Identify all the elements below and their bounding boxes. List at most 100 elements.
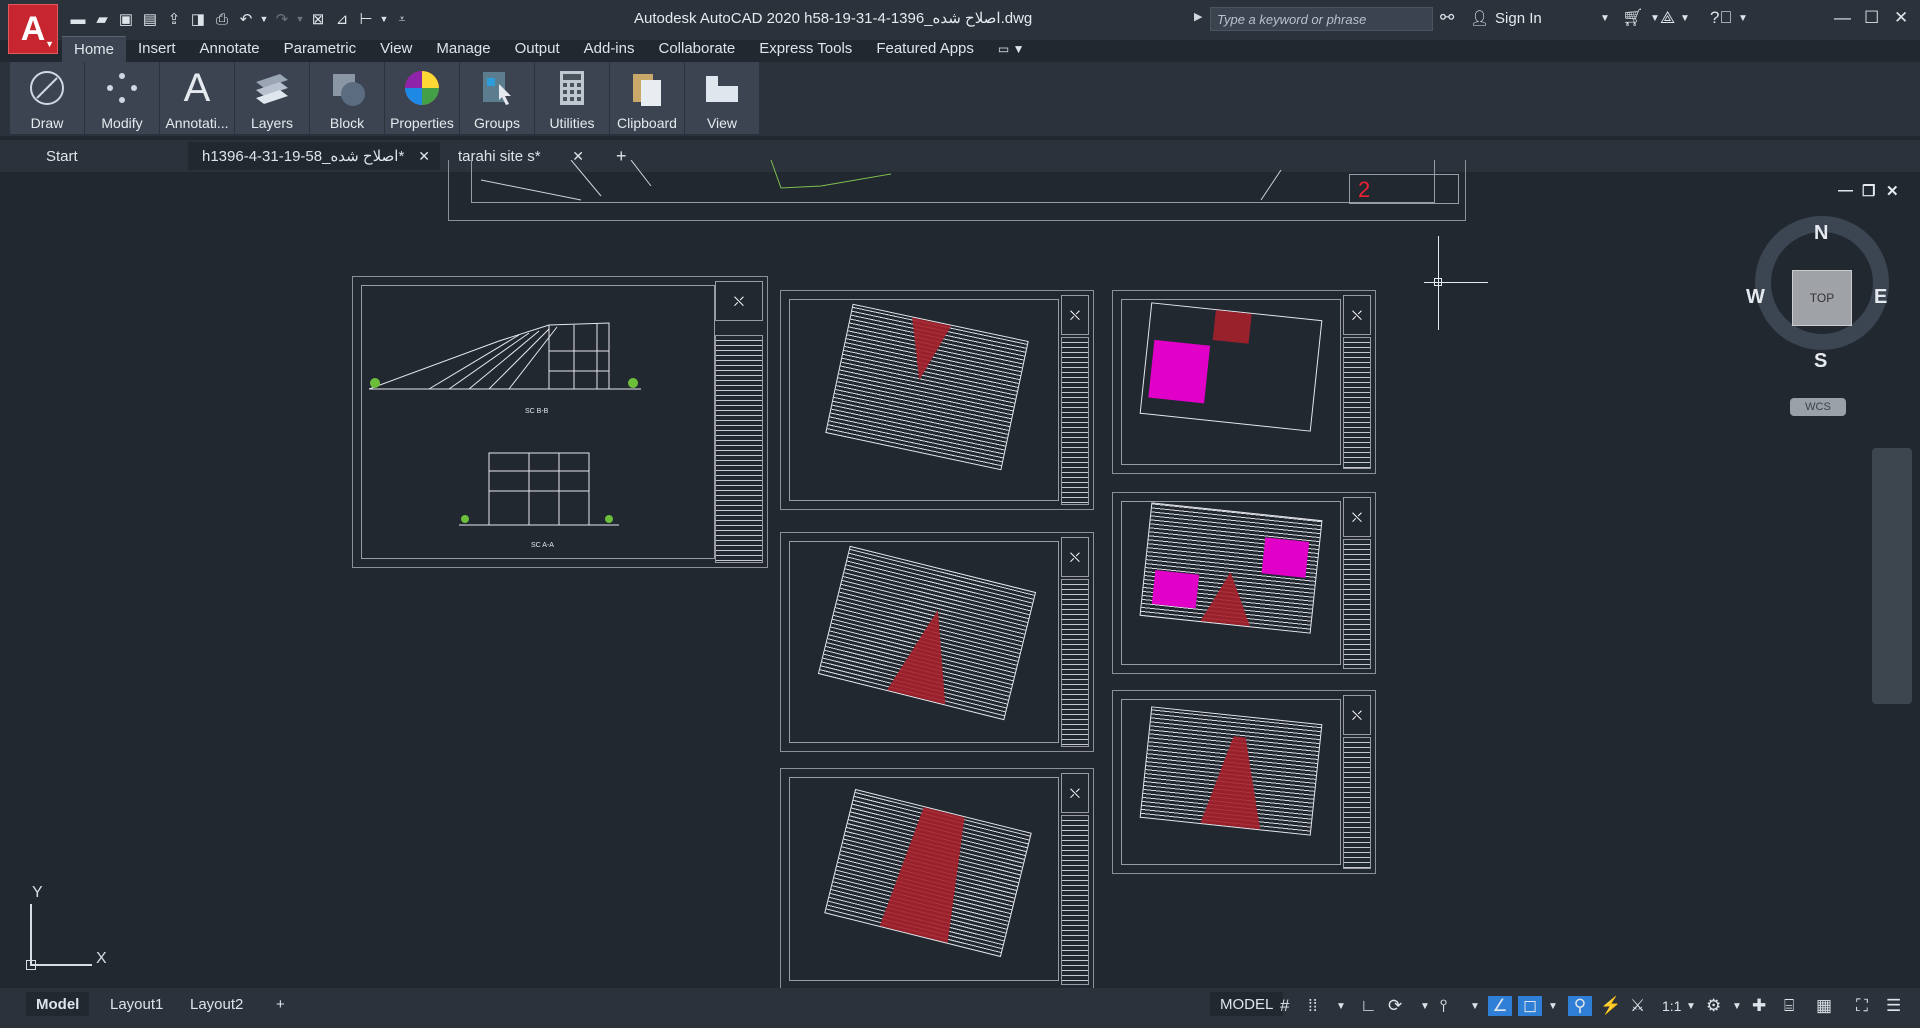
clean-screen-icon[interactable]: ⛶ bbox=[1856, 996, 1868, 1016]
isodraft-icon[interactable]: ⫯ bbox=[1440, 996, 1447, 1016]
snap-icon[interactable]: ⁞⁞ bbox=[1308, 996, 1317, 1016]
chevron-down-icon[interactable]: ▼ bbox=[1680, 13, 1690, 24]
close-icon[interactable]: ✕ bbox=[1894, 8, 1908, 28]
chevron-down-icon[interactable]: ▼ bbox=[1470, 1001, 1480, 1012]
minimize-icon[interactable]: — bbox=[1834, 8, 1851, 28]
tab-view[interactable]: View bbox=[368, 36, 424, 62]
tab-layout2[interactable]: Layout2 bbox=[180, 992, 253, 1016]
tab-model[interactable]: Model bbox=[26, 992, 90, 1016]
upload-icon[interactable]: ⇪ bbox=[164, 10, 184, 28]
customize-icon[interactable]: ⩡ bbox=[392, 10, 412, 28]
annotation-scale[interactable]: 1:1 bbox=[1662, 998, 1681, 1014]
workspace-gear-icon[interactable]: ⚙ bbox=[1706, 996, 1721, 1016]
object-snap-icon[interactable]: ◻ bbox=[1518, 996, 1542, 1016]
magenta-area bbox=[1261, 537, 1310, 578]
groups-panel[interactable]: Groups bbox=[460, 62, 534, 134]
autoscale-icon[interactable]: ⚡ bbox=[1600, 996, 1621, 1016]
tab-output[interactable]: Output bbox=[503, 36, 572, 62]
block-panel[interactable]: Block bbox=[310, 62, 384, 134]
print-icon[interactable]: ⎙ bbox=[212, 10, 232, 28]
dimension-icon[interactable]: ⊢ bbox=[356, 10, 376, 28]
annotation-panel[interactable]: A Annotati... bbox=[160, 62, 234, 134]
utilities-panel[interactable]: Utilities bbox=[535, 62, 609, 134]
tab-home[interactable]: Home bbox=[62, 36, 127, 63]
isolate-objects-icon[interactable]: ▦ bbox=[1816, 996, 1832, 1016]
chevron-down-icon[interactable]: ▼ bbox=[1650, 13, 1660, 24]
undo-dropdown-icon[interactable]: ▼ bbox=[260, 10, 269, 28]
ribbon-options-icon[interactable]: ▭ ▼ bbox=[986, 36, 1037, 64]
layers-panel[interactable]: Layers bbox=[235, 62, 309, 134]
maximize-icon[interactable]: ☐ bbox=[1864, 8, 1879, 28]
share-icon[interactable]: ◨ bbox=[188, 10, 208, 28]
search-input[interactable]: Type a keyword or phrase bbox=[1210, 7, 1433, 31]
saveas-icon[interactable]: ▤ bbox=[140, 10, 160, 28]
chevron-down-icon[interactable]: ▼ bbox=[1732, 1001, 1742, 1012]
modify-panel[interactable]: Modify bbox=[85, 62, 159, 134]
undo-icon[interactable]: ↶ bbox=[236, 10, 256, 28]
compass-north[interactable]: N bbox=[1814, 222, 1828, 245]
drawing-sheet-top: 2 bbox=[448, 160, 1466, 221]
title-block bbox=[1343, 337, 1371, 469]
match-icon[interactable]: ⊿ bbox=[332, 10, 352, 28]
grid-icon[interactable]: # bbox=[1280, 996, 1289, 1016]
sheet-plan-6: ⛌ bbox=[1112, 690, 1376, 874]
application-menu-button[interactable]: A ▼ bbox=[8, 4, 58, 54]
chevron-down-icon[interactable]: ▼ bbox=[1686, 1001, 1696, 1012]
viewport-close-icon[interactable]: ✕ bbox=[1886, 182, 1899, 200]
tab-add-ins[interactable]: Add-ins bbox=[572, 36, 647, 62]
tab-parametric[interactable]: Parametric bbox=[272, 36, 369, 62]
save-icon[interactable]: ▣ bbox=[116, 10, 136, 28]
help-icon[interactable]: ?⃝ bbox=[1710, 8, 1732, 28]
customization-menu-icon[interactable]: ☰ bbox=[1886, 996, 1901, 1016]
chevron-down-icon[interactable]: ▼ bbox=[1336, 1001, 1346, 1012]
chevron-down-icon[interactable]: ▼ bbox=[1738, 13, 1748, 24]
workspace-icon[interactable]: ⊠ bbox=[308, 10, 328, 28]
add-layout-button[interactable]: + bbox=[266, 992, 295, 1016]
annotation-scale-icon[interactable]: ⚔ bbox=[1630, 996, 1645, 1016]
navigation-bar[interactable] bbox=[1872, 448, 1912, 704]
open-icon[interactable]: ▰ bbox=[92, 10, 112, 28]
clipboard-panel[interactable]: Clipboard bbox=[610, 62, 684, 134]
network-icon[interactable]: ⟁ bbox=[1660, 8, 1675, 28]
tab-insert[interactable]: Insert bbox=[126, 36, 188, 62]
tab-manage[interactable]: Manage bbox=[424, 36, 502, 62]
tab-annotate[interactable]: Annotate bbox=[188, 36, 272, 62]
cart-icon[interactable]: 🛒︎ bbox=[1622, 8, 1644, 28]
chevron-down-icon[interactable]: ▼ bbox=[1420, 1001, 1430, 1012]
tab-drawing-h1396[interactable]: h1396-4-31-19-58_اصلاح شده* ✕ bbox=[188, 142, 440, 170]
units-icon[interactable]: ⌸ bbox=[1784, 996, 1794, 1016]
wcs-menu[interactable]: WCS bbox=[1790, 398, 1846, 416]
ortho-icon[interactable]: ∟ bbox=[1360, 996, 1377, 1016]
binoculars-icon[interactable]: ⚯ bbox=[1440, 8, 1454, 28]
compass-west[interactable]: W bbox=[1746, 286, 1765, 309]
properties-panel[interactable]: Properties bbox=[385, 62, 459, 134]
chevron-down-icon[interactable]: ▼ bbox=[1600, 13, 1610, 24]
model-space-toggle[interactable]: MODEL bbox=[1210, 992, 1284, 1016]
viewport-restore-icon[interactable]: ❐ bbox=[1862, 182, 1875, 200]
tab-start[interactable]: Start bbox=[32, 142, 182, 170]
draw-icon bbox=[25, 66, 69, 110]
tab-collaborate[interactable]: Collaborate bbox=[646, 36, 747, 62]
draw-panel[interactable]: Draw bbox=[10, 62, 84, 134]
object-snap-tracking-icon[interactable]: ∠ bbox=[1488, 996, 1512, 1016]
close-icon[interactable]: ✕ bbox=[418, 148, 430, 165]
redo-icon[interactable]: ↷ bbox=[272, 10, 292, 28]
logo-icon: ⛌ bbox=[1343, 295, 1371, 335]
viewcube-top-face[interactable]: TOP bbox=[1792, 270, 1852, 326]
tab-featured-apps[interactable]: Featured Apps bbox=[864, 36, 986, 62]
new-icon[interactable]: ▬ bbox=[68, 10, 88, 28]
tab-layout1[interactable]: Layout1 bbox=[100, 992, 173, 1016]
viewport-minimize-icon[interactable]: — bbox=[1838, 182, 1853, 199]
polar-icon[interactable]: ⟳ bbox=[1388, 996, 1402, 1016]
annotation-monitor-icon[interactable]: ✚ bbox=[1752, 996, 1766, 1016]
chevron-down-icon[interactable]: ▼ bbox=[1548, 1001, 1558, 1012]
annotation-visibility-icon[interactable]: ⚲ bbox=[1568, 996, 1592, 1016]
redo-dropdown-icon[interactable]: ▼ bbox=[296, 10, 305, 28]
dimension-dropdown-icon[interactable]: ▼ bbox=[380, 10, 389, 28]
tab-express-tools[interactable]: Express Tools bbox=[747, 36, 864, 62]
view-panel[interactable]: View bbox=[685, 62, 759, 134]
sign-in-button[interactable]: 👤︎ Sign In bbox=[1470, 9, 1542, 28]
compass-east[interactable]: E bbox=[1874, 286, 1887, 309]
compass-south[interactable]: S bbox=[1814, 350, 1827, 373]
chevron-right-icon[interactable]: ▶ bbox=[1194, 10, 1202, 23]
